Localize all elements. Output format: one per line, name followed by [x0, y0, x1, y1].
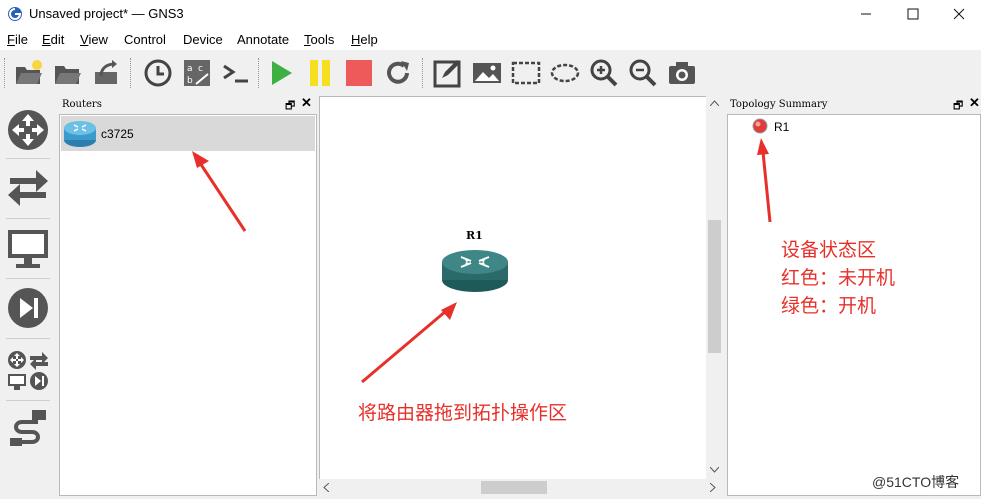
arrow-to-router-item [192, 151, 247, 232]
annotation-line: 红色：未开机 [781, 267, 896, 289]
drag-hint-annotation: 将路由器拖到拓扑操作区 [358, 402, 568, 424]
arrow-to-canvas-node [361, 302, 457, 384]
status-area-annotation: 设备状态区 红色：未开机 绿色：开机 [781, 236, 895, 320]
arrow-to-topology-item [757, 138, 772, 223]
annotation-line: 设备状态区 [781, 239, 877, 261]
watermark: @51CTO博客 [872, 474, 960, 490]
annotation-line: 绿色：开机 [781, 295, 877, 317]
